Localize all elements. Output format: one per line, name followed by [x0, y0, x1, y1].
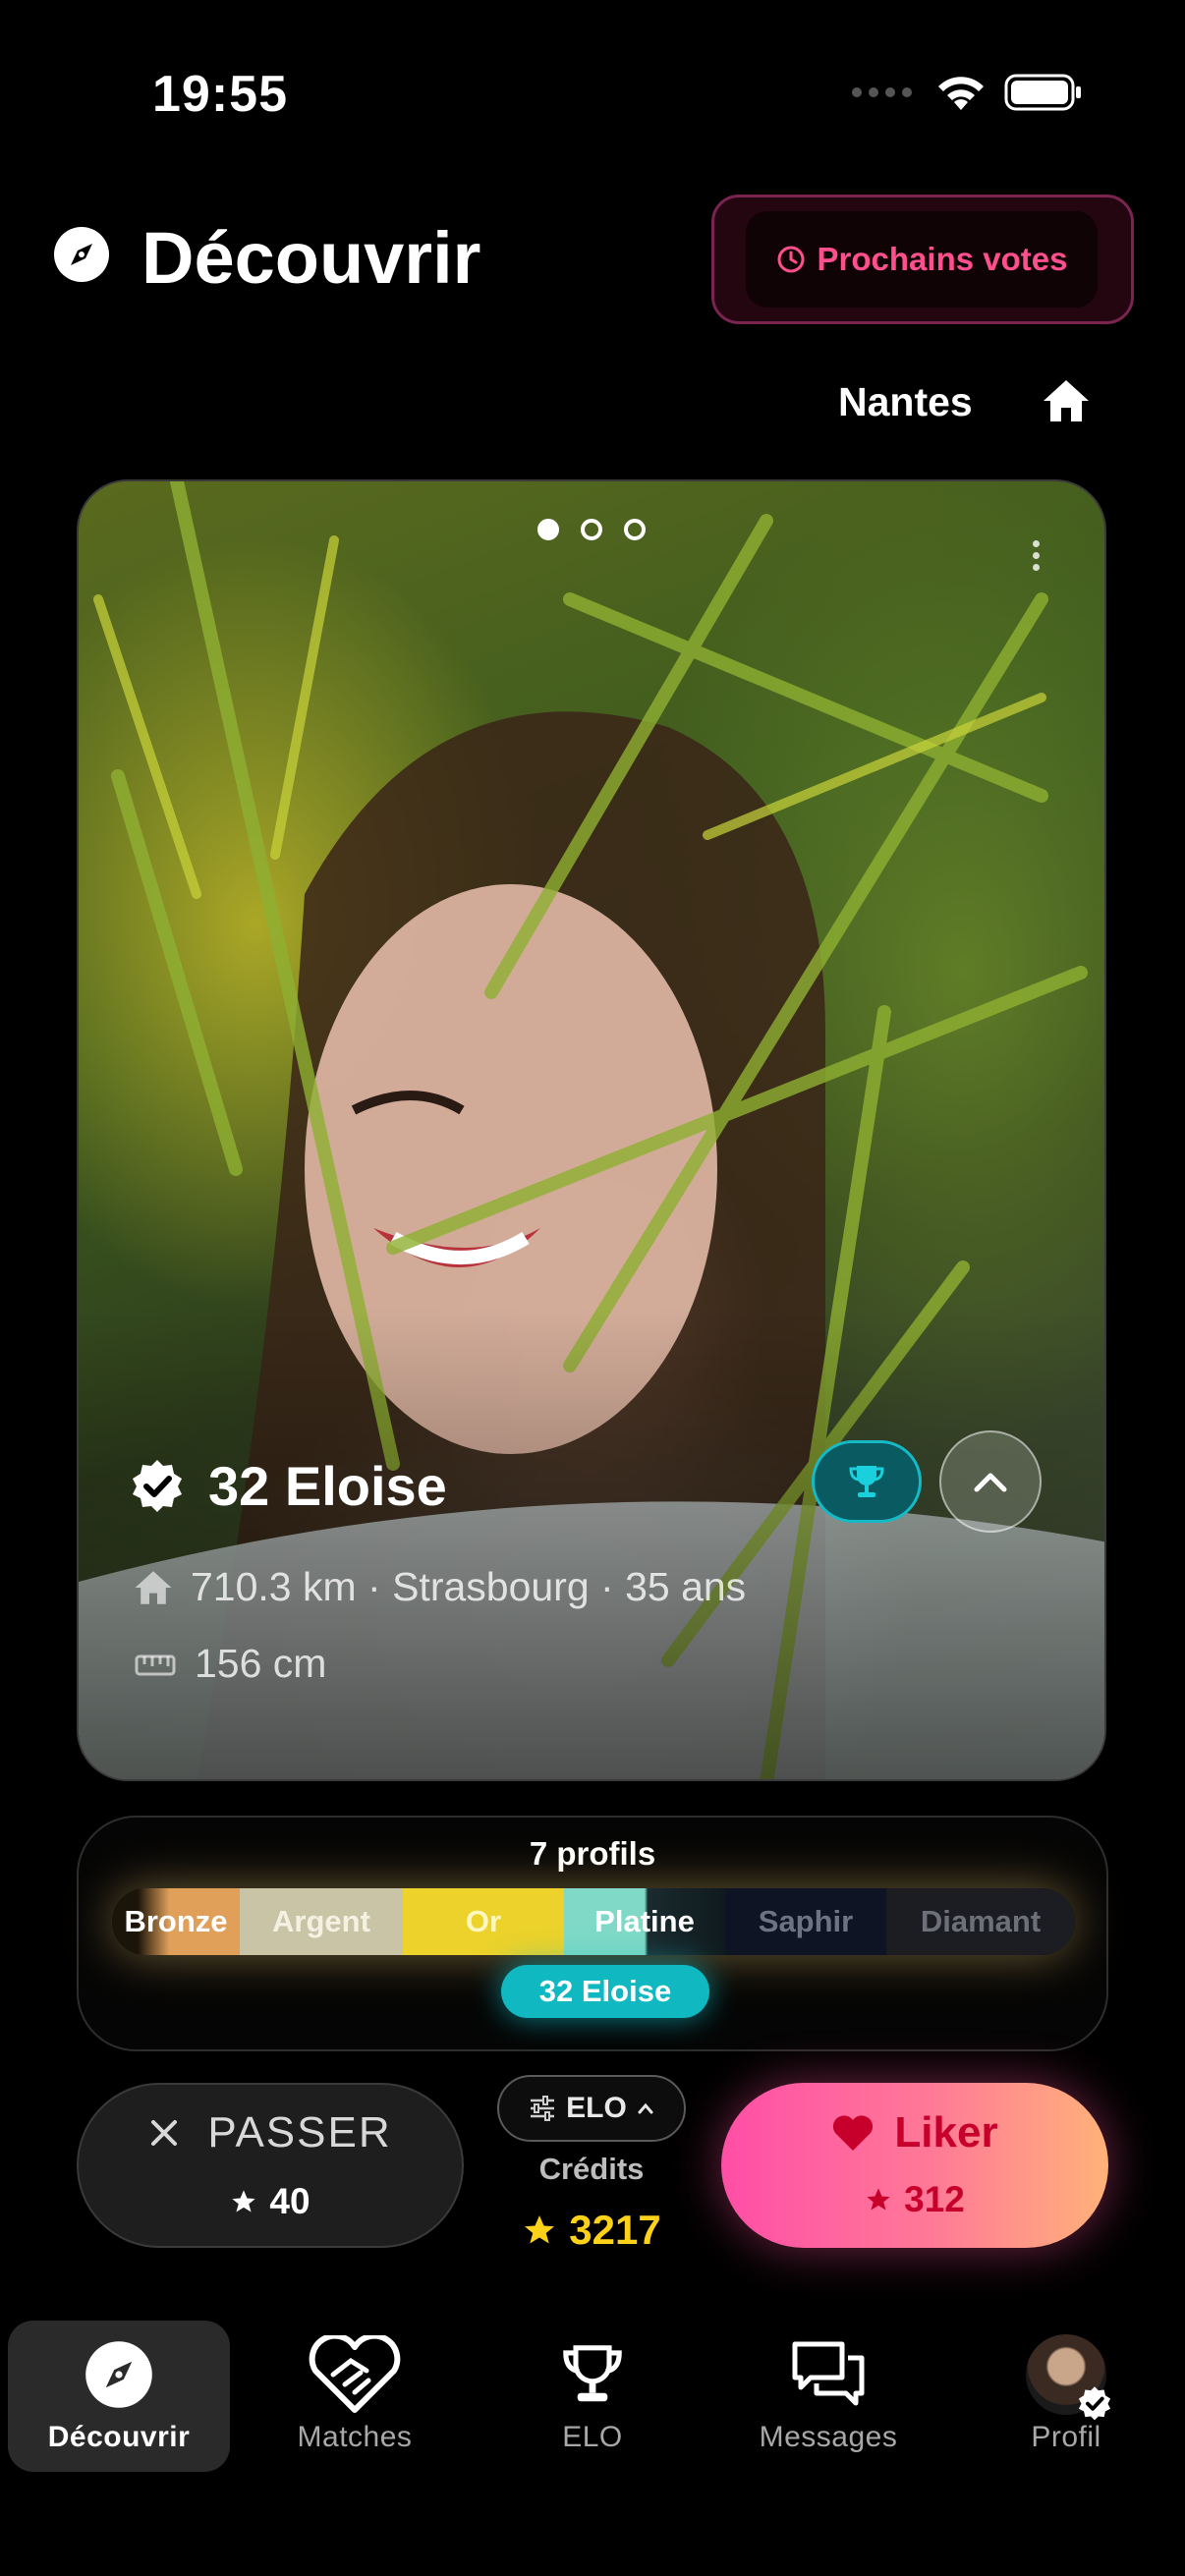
wifi-icon: [938, 77, 984, 110]
heart-icon: [833, 2115, 874, 2151]
credits-label: Crédits: [538, 2152, 645, 2186]
credits-value: 3217: [497, 2207, 686, 2254]
tier-platine: Platine: [564, 1888, 725, 1955]
compass-icon: [85, 2341, 152, 2408]
city-selector[interactable]: Nantes: [838, 379, 973, 425]
bottom-nav: Découvrir Matches ELO Messages Profil: [0, 2315, 1185, 2472]
verified-badge-icon: [133, 1460, 182, 1512]
nav-item-elo[interactable]: ELO: [481, 2321, 704, 2472]
tier-saphir: Saphir: [725, 1888, 886, 1955]
elo-trophy-button[interactable]: [812, 1440, 922, 1523]
nav-item-matches[interactable]: Matches: [244, 2321, 466, 2472]
current-position-pill: 32 Eloise: [501, 1965, 709, 2018]
home-icon: [135, 1570, 172, 1604]
more-options-icon[interactable]: [1033, 540, 1040, 571]
pass-button[interactable]: PASSER 40: [77, 2083, 464, 2248]
verified-badge-icon: [1078, 2386, 1111, 2421]
pass-count: 40: [269, 2181, 310, 2221]
trophy-icon: [849, 1466, 884, 1497]
star-icon: [867, 2188, 890, 2211]
avatar: [1026, 2334, 1111, 2421]
star-icon: [232, 2190, 256, 2212]
pass-label: PASSER: [207, 2108, 392, 2156]
like-label: Liker: [894, 2108, 998, 2156]
profile-details-row: 710.3 km · Strasbourg · 35 ans: [134, 1564, 746, 1610]
nav-item-profil[interactable]: Profil: [955, 2321, 1177, 2472]
chat-bubbles-icon: [792, 2341, 865, 2406]
like-count: 312: [904, 2179, 965, 2219]
ruler-icon: [135, 1654, 176, 1675]
status-icons: [852, 73, 1083, 112]
tier-diamant: Diamant: [886, 1888, 1075, 1955]
profiles-count: 7 profils: [529, 1835, 656, 1872]
nav-label: Messages: [759, 2421, 898, 2453]
nav-label: ELO: [562, 2421, 623, 2453]
tier-bronze: Bronze: [112, 1888, 240, 1955]
elo-toggle[interactable]: ELO: [497, 2075, 686, 2142]
chevron-up-icon: [974, 1473, 1007, 1492]
tier-or: Or: [403, 1888, 564, 1955]
pager-dot[interactable]: [581, 519, 602, 540]
close-icon: [151, 2120, 178, 2146]
page-title: Découvrir: [141, 217, 481, 299]
next-votes-button[interactable]: Prochains votes: [711, 195, 1134, 324]
profile-card[interactable]: 32 Eloise 710.3 km · Strasbourg · 35 ans…: [77, 479, 1106, 1781]
nav-item-messages[interactable]: Messages: [717, 2321, 939, 2472]
photo-pager[interactable]: [79, 519, 1104, 540]
next-votes-label: Prochains votes: [817, 241, 1068, 277]
home-icon[interactable]: [1042, 376, 1091, 425]
expand-profile-button[interactable]: [939, 1430, 1042, 1533]
chevron-up-icon: [638, 2102, 653, 2114]
trophy-icon: [563, 2345, 622, 2402]
profile-height: 156 cm: [195, 1641, 327, 1686]
compass-icon: [54, 227, 109, 282]
sliders-icon: [531, 2096, 555, 2121]
battery-icon: [1004, 74, 1081, 111]
like-button[interactable]: Liker 312: [721, 2083, 1108, 2248]
nav-label: Découvrir: [47, 2421, 191, 2453]
ranking-panel: 7 profils Bronze Argent Or Platine Saphi…: [77, 1816, 1108, 2051]
pager-dot[interactable]: [537, 519, 559, 540]
clock-icon: [777, 246, 805, 273]
handshake-heart-icon: [309, 2335, 401, 2413]
nav-label: Matches: [297, 2421, 413, 2453]
credits-amount: 3217: [569, 2207, 661, 2253]
pager-dot[interactable]: [624, 519, 646, 540]
tier-bar: Bronze Argent Or Platine Saphir Diamant: [112, 1888, 1075, 1955]
signal-dots-icon: [852, 87, 912, 97]
star-icon: [525, 2215, 555, 2244]
profile-name: 32 Eloise: [208, 1455, 447, 1517]
nav-item-decouvrir[interactable]: Découvrir: [8, 2321, 230, 2472]
profile-height-row: 156 cm: [134, 1641, 326, 1687]
profile-details: 710.3 km · Strasbourg · 35 ans: [191, 1564, 747, 1609]
nav-label: Profil: [1031, 2421, 1101, 2453]
status-time: 19:55: [152, 66, 288, 123]
tier-argent: Argent: [240, 1888, 403, 1955]
elo-label: ELO: [566, 2092, 627, 2124]
